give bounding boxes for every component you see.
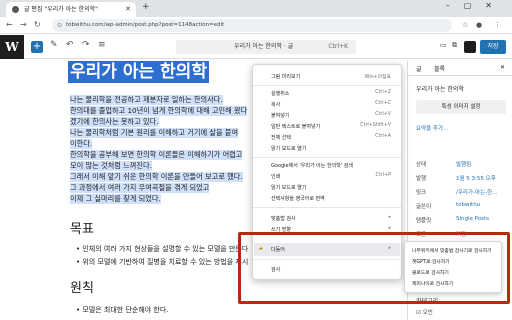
forward-icon[interactable]: → <box>20 20 27 29</box>
tools-icon[interactable]: ✎ <box>50 40 58 50</box>
profile-icon[interactable]: ● <box>476 21 482 29</box>
sidebar-post-title: 우리가 아는 한의학 <box>416 86 464 93</box>
heading-principle[interactable]: 원칙 <box>70 277 94 296</box>
paragraph-line[interactable]: 모이 많는 것처럼 느껴진다. <box>70 161 152 171</box>
menu-item[interactable]: 맞춤법 검사 <box>271 215 296 222</box>
close-tab-icon[interactable]: ✕ <box>125 2 131 17</box>
heading-goal[interactable]: 목표 <box>70 218 94 237</box>
menu-item[interactable]: 붙여넣기 <box>271 112 289 119</box>
redo-icon[interactable]: ↷ <box>82 40 90 50</box>
row-value[interactable]: 1월 5 3:55 오후 <box>456 174 496 182</box>
url-field[interactable]: ⊙ tobwithu.com/wp-admin/post.php?post=11… <box>52 19 452 32</box>
menu-item[interactable]: Google에서 '우리가 아는 한의학' 검색 <box>271 162 353 169</box>
menu-divider <box>253 207 401 208</box>
site-info-icon[interactable]: ⊙ <box>57 19 62 32</box>
highlight-box <box>238 232 510 304</box>
block-inserter-button[interactable]: + <box>31 41 43 53</box>
command-shortcut: Ctrl+K <box>328 43 348 50</box>
document-overview-icon[interactable]: ≡ <box>98 40 106 50</box>
paragraph-line[interactable]: 그래서 이해 앞기 쉬운 한의학 이론을 만들어 보고로 했다. <box>70 172 243 182</box>
paragraph-line[interactable]: 이한다. <box>70 139 93 149</box>
post-title-selected[interactable]: 우리가 아는 한의학 <box>68 61 209 83</box>
row-label: 템플릿 <box>416 218 432 224</box>
menu-item[interactable]: 전체 선택 <box>271 134 291 141</box>
extension-icon[interactable]: ☆ <box>462 21 468 29</box>
menu-shortcut: Ctrl+Shift+V <box>360 123 391 128</box>
tab-block[interactable]: 블록 <box>434 64 445 73</box>
menu-shortcut: Ctrl+Z <box>375 90 391 95</box>
excerpt-link[interactable]: 요약을 추가... <box>416 124 448 132</box>
paragraph-line[interactable]: 이제 그 실마리를 찾게 되었다. <box>70 194 161 204</box>
paragraph-line[interactable]: 나는 물리학처럼 기본 원리를 이해하고 거기에 살을 붙여 <box>70 128 239 138</box>
settings-panel-button[interactable] <box>464 41 476 53</box>
menu-shortcut: Ctrl+C <box>375 101 391 106</box>
reload-icon[interactable]: ↻ <box>34 20 41 29</box>
paragraph-line[interactable]: 한의학을 공부해 보면 한의학 이론들은 이해하기가 어렵고 <box>70 150 243 160</box>
view-icon[interactable]: ▭ <box>440 41 447 49</box>
browser-tab-bar: 글 편집 "우리가 아는 한의학" ✕ + –▢✕ <box>0 0 512 17</box>
editor-toolbar: W + ✎ ↶ ↷ ≡ 우리가 아는 한의학 · 글 Ctrl+K ▭ ⧉ 저장 <box>0 35 512 59</box>
row-label: 발행 <box>416 176 427 182</box>
sidebar-tabs: 글 블록 ✕ <box>408 60 512 76</box>
row-label: 글쓴이 <box>416 204 432 210</box>
menu-shortcut: Ctrl+P <box>375 173 391 178</box>
menu-divider <box>253 85 401 86</box>
undo-icon[interactable]: ↶ <box>66 40 74 50</box>
menu-shortcut: Ctrl+V <box>375 112 391 117</box>
address-bar-row: ← → ↻ ⊙ tobwithu.com/wp-admin/post.php?p… <box>0 17 512 34</box>
back-icon[interactable]: ← <box>6 20 13 29</box>
menu-item[interactable]: 읽기 모드로 열기 <box>271 184 306 191</box>
category-checkbox[interactable]: ☑ 오빈 <box>416 308 433 316</box>
menu-item[interactable]: 읽기 모드로 열기 <box>271 145 306 152</box>
menu-item[interactable]: 실행취소 <box>271 90 289 97</box>
paragraph-line[interactable]: 겠기에 한의사는 못하고 있다. <box>70 117 159 127</box>
menu-item[interactable]: 인쇄 <box>271 173 280 180</box>
row-value[interactable]: /우리가-아는-한… <box>456 188 498 196</box>
row-value[interactable]: tobwithu <box>456 202 480 208</box>
menu-divider <box>253 157 401 158</box>
menu-item[interactable]: 선택사항을 영국어로 번역 <box>271 195 325 202</box>
menu-shortcut: Ctrl+A <box>375 134 391 139</box>
tab-post[interactable]: 글 <box>416 64 422 73</box>
document-title-bar[interactable]: 우리가 아는 한의학 · 글 Ctrl+K <box>176 40 356 54</box>
submenu-arrow-icon: ▸ <box>388 226 391 231</box>
menu-item[interactable]: 복사 <box>271 101 280 108</box>
wordpress-favicon-icon <box>12 6 19 13</box>
save-button[interactable]: 저장 <box>480 40 506 54</box>
paragraph-line[interactable]: 한의대를 졸업하고 10년이 넘게 한의학에 대해 고민해 왔다 <box>70 106 248 116</box>
row-value[interactable]: Single Posts <box>456 216 489 222</box>
submenu-arrow-icon: ▸ <box>388 215 391 220</box>
paragraph-line[interactable]: 그 과정에서 여러 가지 우여곡절을 겪게 되었고 <box>70 183 210 193</box>
menu-item[interactable]: 그림 미리보기 <box>271 73 300 80</box>
list-item[interactable]: • 인체의 여러 가지 현상들을 설명할 수 있는 모델을 만든다 <box>76 244 248 254</box>
menu-icon[interactable]: ⋮ <box>494 21 501 29</box>
row-label: 상태 <box>416 162 427 168</box>
tab-title: 글 편집 "우리가 아는 한의학" <box>24 6 98 13</box>
menu-shortcut: Win+마침표 <box>364 75 391 80</box>
row-label: 링크 <box>416 190 427 196</box>
row-value[interactable]: 발행됨 <box>456 160 471 168</box>
wordpress-logo-icon[interactable]: W <box>0 35 24 59</box>
close-sidebar-icon[interactable]: ✕ <box>500 64 505 71</box>
url-text: tobwithu.com/wp-admin/post.php?post=1148… <box>66 22 225 28</box>
featured-image-button[interactable]: 특성 이미지 설정 <box>416 100 506 114</box>
menu-item[interactable]: 일반 텍스트로 붙여넣기 <box>271 123 320 130</box>
preview-icon[interactable]: ⧉ <box>452 41 457 50</box>
new-tab-icon[interactable]: + <box>142 2 150 12</box>
list-item[interactable]: • 모델은 최대한 단순해야 한다. <box>76 305 169 315</box>
window-controls[interactable]: –▢✕ <box>446 1 506 10</box>
list-item[interactable]: • 위의 모델에 기반하여 질병을 치료할 수 있는 방법을 제시 <box>76 257 248 267</box>
document-title: 우리가 아는 한의학 · 글 <box>234 43 294 50</box>
browser-tab[interactable]: 글 편집 "우리가 아는 한의학" ✕ <box>6 2 136 17</box>
paragraph-line[interactable]: 나는 물리학을 전공하고 제분자로 일하는 한의사다. <box>70 95 223 105</box>
